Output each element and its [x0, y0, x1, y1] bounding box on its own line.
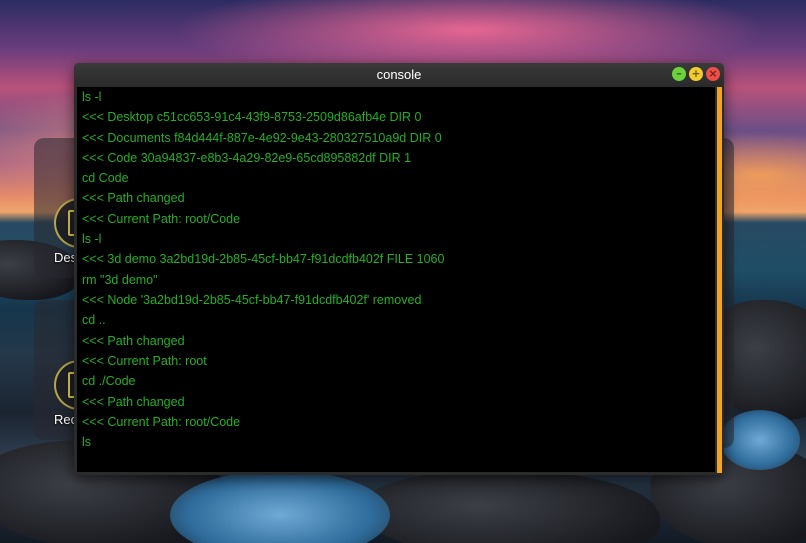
terminal-line: <<< Desktop c51cc653-91c4-43f9-8753-2509… [82, 110, 422, 124]
terminal-scrollbar[interactable] [717, 87, 722, 473]
terminal-line: ls -l [82, 232, 102, 246]
console-window[interactable]: console – + × ls -l <<< Desktop c51cc653… [74, 63, 724, 475]
terminal-line: rm "3d demo" [82, 273, 158, 287]
terminal-line: <<< Path changed [82, 334, 185, 348]
maximize-icon: + [691, 67, 701, 80]
terminal-line: <<< Node '3a2bd19d-2b85-45cf-bb47-f91dcd… [82, 293, 422, 307]
terminal-line: cd ./Code [82, 374, 136, 388]
terminal-line: cd Code [82, 171, 129, 185]
close-icon: × [708, 67, 718, 80]
terminal-line: <<< Path changed [82, 191, 185, 205]
terminal-line: <<< 3d demo 3a2bd19d-2b85-45cf-bb47-f91d… [82, 252, 445, 266]
terminal-line: <<< Path changed [82, 395, 185, 409]
terminal-input-line[interactable]: ls [82, 432, 91, 452]
terminal-line: ls -l [82, 90, 102, 104]
desktop-background: Desk Recyc console – + × ls -l <<< Deskt… [0, 0, 806, 543]
window-titlebar[interactable]: console – + × [74, 63, 724, 86]
terminal-line: <<< Current Path: root [82, 354, 207, 368]
terminal-line: <<< Documents f84d444f-887e-4e92-9e43-28… [82, 131, 442, 145]
terminal-output[interactable]: ls -l <<< Desktop c51cc653-91c4-43f9-875… [77, 87, 715, 472]
maximize-button[interactable]: + [689, 67, 703, 81]
terminal-line: <<< Code 30a94837-e8b3-4a29-82e9-65cd895… [82, 151, 412, 165]
minimize-icon: – [676, 67, 682, 80]
terminal-line: <<< Current Path: root/Code [82, 212, 241, 226]
terminal-line: cd .. [82, 313, 106, 327]
rock [360, 470, 660, 543]
close-button[interactable]: × [706, 67, 720, 81]
window-title: console [376, 67, 422, 82]
minimize-button[interactable]: – [672, 67, 686, 81]
terminal-line: <<< Current Path: root/Code [82, 415, 241, 429]
